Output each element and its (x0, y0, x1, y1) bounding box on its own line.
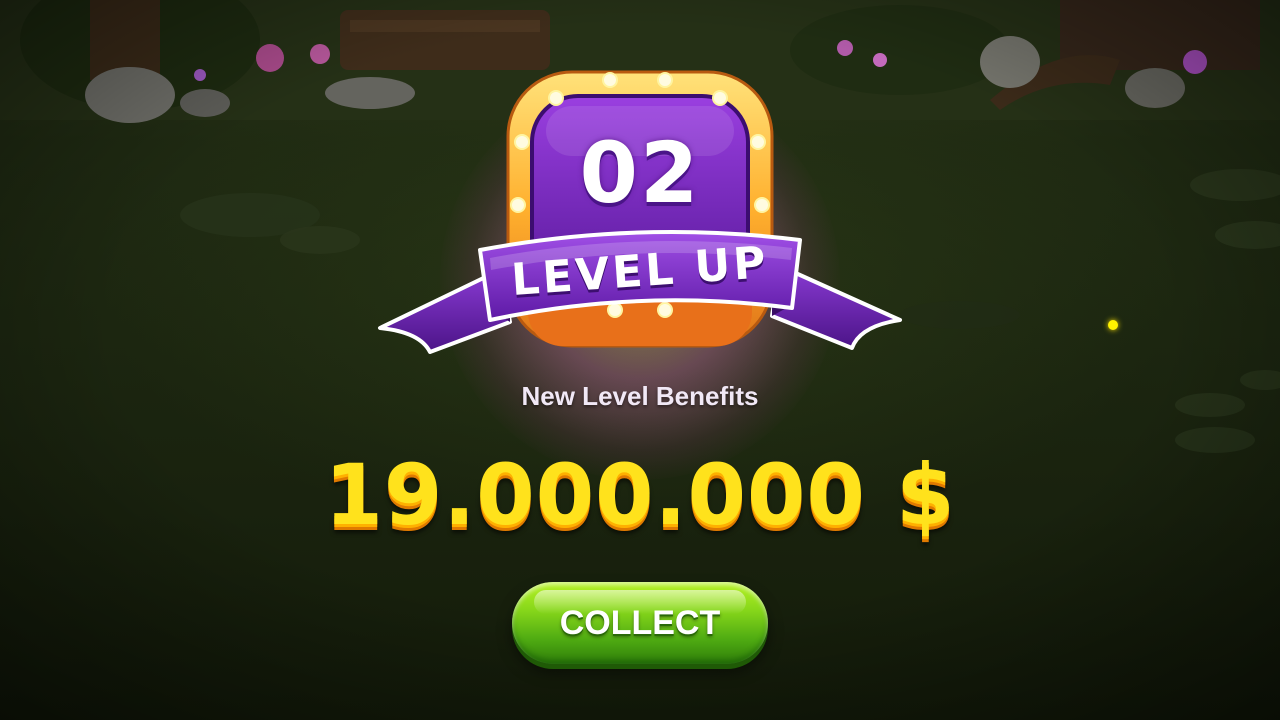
collect-button[interactable]: COLLECT (512, 582, 768, 664)
sparkle-icon (1108, 320, 1118, 330)
reward-amount: 19.000.000 $ (324, 446, 956, 544)
new-level-benefits-label: New Level Benefits (521, 381, 759, 411)
collect-button-label: COLLECT (559, 604, 721, 642)
level-number: 02 (579, 124, 701, 222)
level-up-screen: 02 LEVEL UP New Level Benefits 19.000.00… (0, 0, 1280, 720)
